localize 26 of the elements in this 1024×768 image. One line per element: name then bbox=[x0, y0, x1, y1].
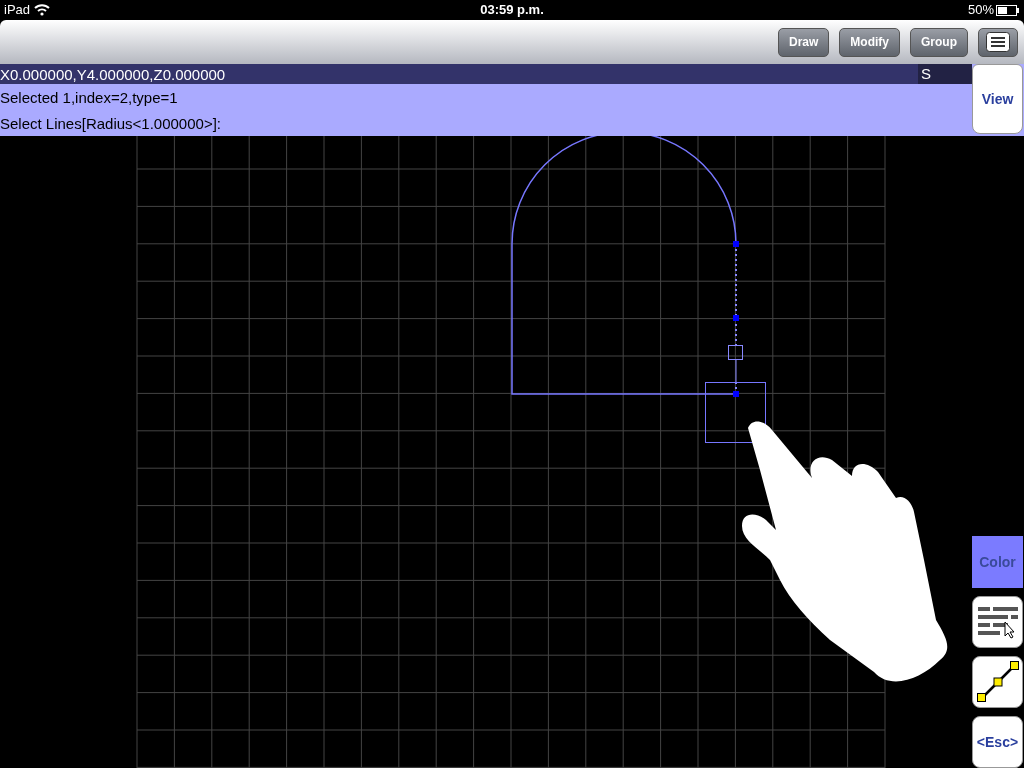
text-button[interactable]: Color bbox=[972, 536, 1023, 588]
device-label: iPad bbox=[4, 1, 31, 20]
menu-icon bbox=[986, 32, 1010, 52]
toolbar-button[interactable]: Draw bbox=[778, 27, 830, 57]
midpoint-marker bbox=[728, 345, 743, 360]
toolbar-button[interactable]: Modify bbox=[839, 27, 900, 57]
grip-point[interactable] bbox=[733, 315, 739, 321]
clock-time: 03:59 p.m. bbox=[480, 1, 544, 20]
text-button[interactable]: <Esc> bbox=[972, 716, 1023, 768]
snap-indicator: S bbox=[918, 64, 972, 84]
layers-button[interactable] bbox=[972, 596, 1023, 648]
connector-line bbox=[735, 359, 737, 383]
coordinates-readout: X0.000000,Y4.000000,Z0.000000 bbox=[0, 66, 227, 82]
toolbar-button[interactable]: Group bbox=[910, 27, 968, 57]
grip-point[interactable] bbox=[733, 391, 739, 397]
line-segment-icon bbox=[975, 660, 1020, 704]
line-tool-button[interactable] bbox=[972, 656, 1023, 708]
view-button[interactable]: View bbox=[972, 64, 1023, 134]
text-layers-icon bbox=[975, 605, 1020, 639]
wifi-icon bbox=[34, 4, 51, 16]
battery-icon bbox=[996, 4, 1020, 16]
menu-button[interactable] bbox=[978, 27, 1018, 57]
battery-percent: 50% bbox=[967, 1, 994, 20]
command-message: Select Lines[Radius<1.000000>]: bbox=[0, 115, 222, 131]
command-message: Selected 1,index=2,type=1 bbox=[0, 89, 179, 105]
grip-point[interactable] bbox=[733, 241, 739, 247]
